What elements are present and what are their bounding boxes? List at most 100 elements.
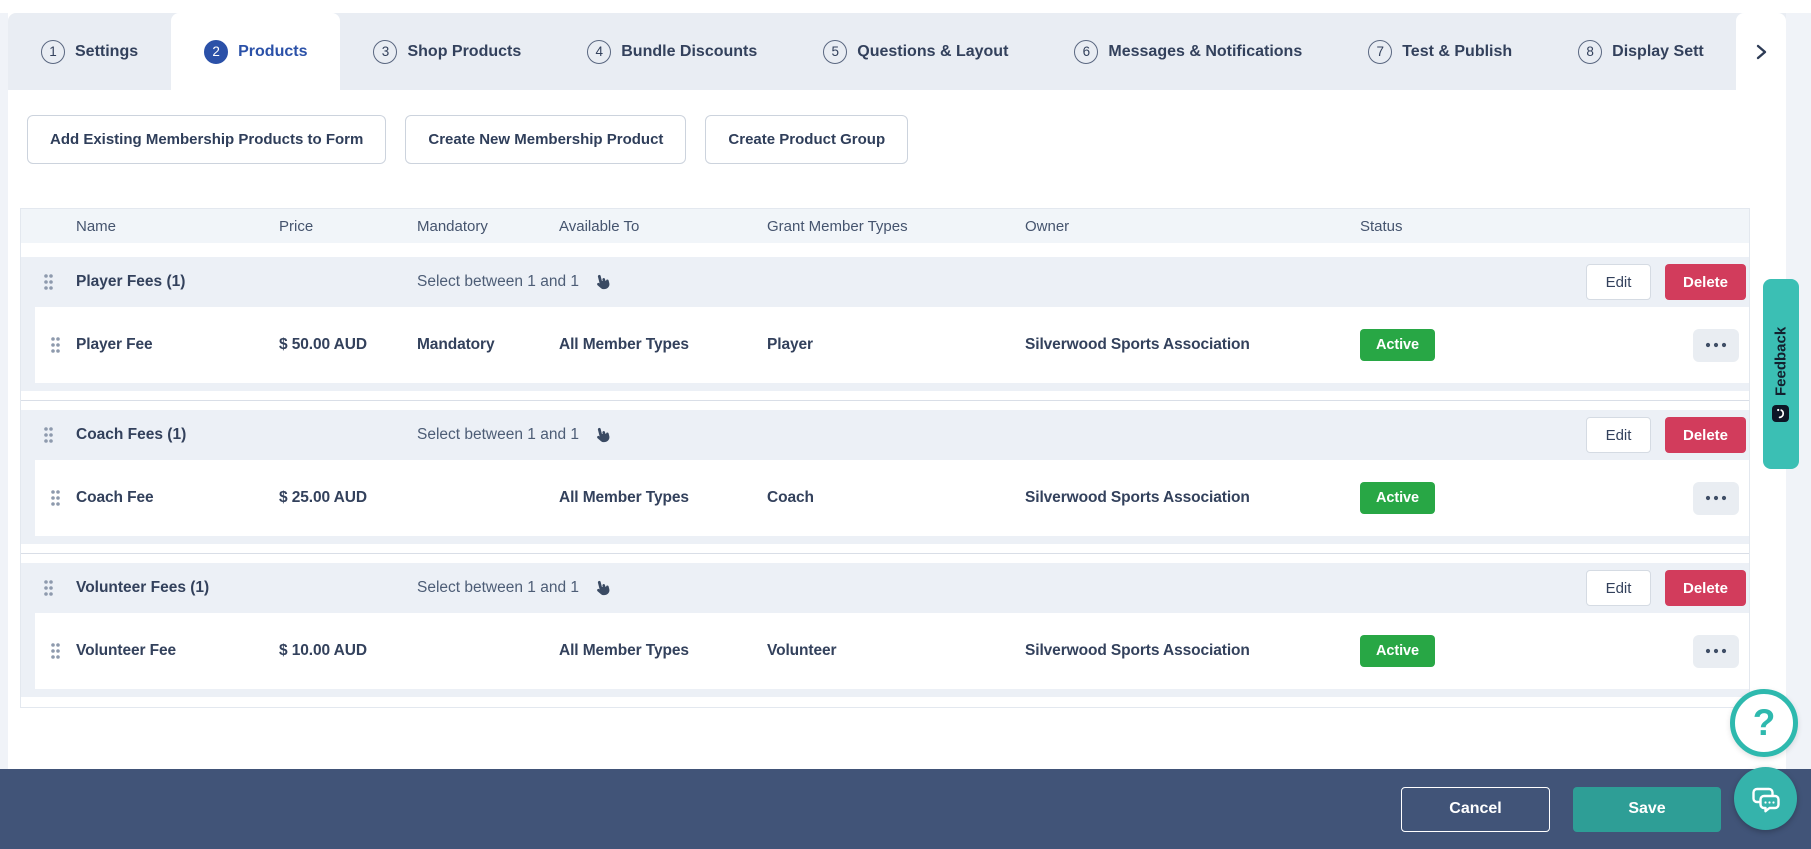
product-owner: Silverwood Sports Association [1025,489,1250,506]
header-price: Price [279,217,314,235]
group-selection-rule: Select between 1 and 1 [417,272,767,292]
product-price: $ 10.00 AUD [279,642,367,659]
product-actions-toolbar: Add Existing Membership Products to Form… [27,115,1811,164]
product-available-to: All Member Types [559,489,689,506]
drag-handle-icon [44,580,53,596]
create-new-membership-product-button[interactable]: Create New Membership Product [405,115,687,164]
group-selection-rule-text: Select between 1 and 1 [417,273,580,290]
group-drag-handle[interactable] [21,579,76,597]
chat-bubbles-icon [1751,787,1780,812]
tab-products[interactable]: 2 Products [171,13,341,90]
product-status: Active [1360,635,1540,667]
status-badge: Active [1360,329,1435,361]
header-available-to: Available To [559,217,640,235]
tab-label: Messages & Notifications [1108,42,1303,60]
group-selection-rule: Select between 1 and 1 [417,425,767,445]
tab-number-badge: 4 [587,39,612,64]
row-menu-button[interactable] [1693,634,1739,668]
tab-number-badge: 1 [41,39,65,64]
feedback-tab[interactable]: Feedback [1763,279,1799,469]
tab-label: Settings [75,42,139,60]
tabs-overflow-button[interactable] [1736,13,1786,90]
feedback-icon [1772,404,1790,422]
group-selection-rule: Select between 1 and 1 [417,578,767,598]
row-menu-button[interactable] [1693,481,1739,515]
group-selection-rule-text: Select between 1 and 1 [417,426,580,443]
delete-group-button[interactable]: Delete [1665,417,1746,453]
tab-questions-layout[interactable]: 5 Questions & Layout [790,13,1041,90]
status-badge: Active [1360,482,1435,514]
ellipsis-icon [1705,495,1727,501]
product-owner: Silverwood Sports Association [1025,642,1250,659]
delete-group-button[interactable]: Delete [1665,264,1746,300]
product-name: Volunteer Fee [76,642,177,659]
product-status: Active [1360,482,1540,514]
header-status: Status [1360,217,1403,235]
product-drag-handle[interactable] [35,336,76,354]
product-drag-handle[interactable] [35,642,76,660]
tab-label: Questions & Layout [857,42,1009,60]
product-row: Player Fee $ 50.00 AUD Mandatory All Mem… [35,307,1749,383]
edit-group-button[interactable]: Edit [1586,264,1651,300]
tab-number-badge: 7 [1368,39,1393,64]
group-selection-rule-text: Select between 1 and 1 [417,579,580,596]
product-group-section: Player Fees (1) Select between 1 and 1 E… [21,257,1749,391]
header-mandatory: Mandatory [417,217,488,235]
product-drag-handle[interactable] [35,489,76,507]
add-existing-membership-products-button[interactable]: Add Existing Membership Products to Form [27,115,387,164]
tab-label: Bundle Discounts [621,42,758,60]
product-price: $ 25.00 AUD [279,489,367,506]
drag-handle-icon [51,490,60,506]
tab-settings[interactable]: 1 Settings [8,13,171,90]
product-grant-member-types: Player [767,336,813,353]
product-name: Coach Fee [76,489,154,506]
tab-display-sett[interactable]: 8 Display Sett [1545,13,1737,90]
group-row: Coach Fees (1) Select between 1 and 1 Ed… [21,410,1749,460]
product-table-body: Player Fees (1) Select between 1 and 1 E… [21,243,1749,707]
cancel-button[interactable]: Cancel [1401,786,1550,832]
product-group-section: Volunteer Fees (1) Select between 1 and … [21,553,1749,697]
pointer-hand-icon [597,427,610,443]
tab-number-badge: 6 [1074,39,1099,64]
table-header-row: Name Price Mandatory Available To Grant … [21,209,1749,243]
tab-number-badge: 8 [1578,39,1603,64]
delete-group-button[interactable]: Delete [1665,570,1746,606]
group-drag-handle[interactable] [21,273,76,291]
tab-label: Test & Publish [1402,42,1513,60]
chevron-right-icon [1756,44,1767,59]
header-grant-member-types: Grant Member Types [767,217,908,235]
feedback-label: Feedback [1772,326,1790,396]
edit-group-button[interactable]: Edit [1586,417,1651,453]
group-drag-handle[interactable] [21,426,76,444]
drag-handle-icon [51,337,60,353]
product-rows: Volunteer Fee $ 10.00 AUD All Member Typ… [21,613,1749,697]
group-name: Volunteer Fees (1) [76,579,210,596]
product-mandatory: Mandatory [417,336,495,353]
create-product-group-button[interactable]: Create Product Group [705,115,909,164]
tab-shop-products[interactable]: 3 Shop Products [340,13,554,90]
tab-label: Products [238,42,308,60]
product-grant-member-types: Coach [767,489,814,506]
product-available-to: All Member Types [559,336,689,353]
help-button[interactable]: ? [1730,689,1798,757]
group-name: Coach Fees (1) [76,426,187,443]
product-rows: Coach Fee $ 25.00 AUD All Member Types C… [21,460,1749,544]
left-rail [0,13,8,769]
tab-test-publish[interactable]: 7 Test & Publish [1335,13,1545,90]
question-mark-icon: ? [1752,702,1776,743]
product-group-section: Coach Fees (1) Select between 1 and 1 Ed… [21,400,1749,544]
product-status: Active [1360,329,1540,361]
tab-label: Shop Products [407,42,522,60]
save-button[interactable]: Save [1573,786,1721,832]
edit-group-button[interactable]: Edit [1586,570,1651,606]
tab-messages-notifications[interactable]: 6 Messages & Notifications [1041,13,1335,90]
row-menu-button[interactable] [1693,328,1739,362]
ellipsis-icon [1705,648,1727,654]
drag-handle-icon [44,427,53,443]
header-owner: Owner [1025,217,1070,235]
tab-bundle-discounts[interactable]: 4 Bundle Discounts [554,13,790,90]
product-row: Coach Fee $ 25.00 AUD All Member Types C… [35,460,1749,536]
tab-number-badge: 5 [823,39,848,64]
product-available-to: All Member Types [559,642,689,659]
chat-widget-button[interactable] [1734,767,1797,830]
